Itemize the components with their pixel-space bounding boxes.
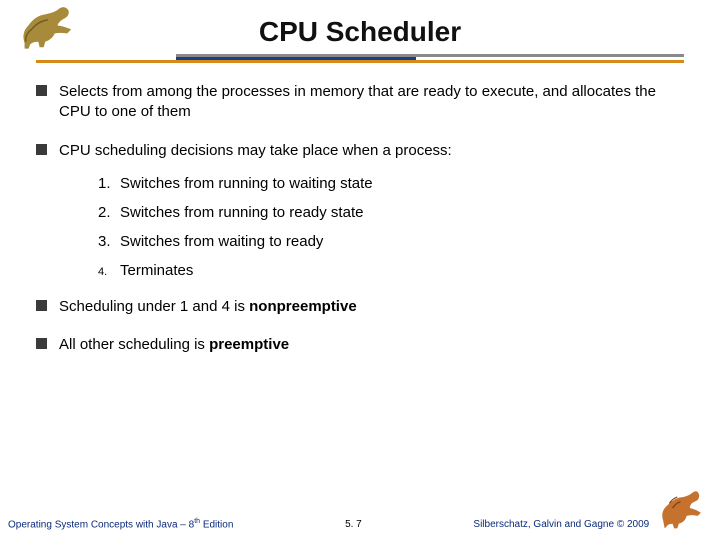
item-text: Switches from running to ready state	[120, 204, 363, 221]
item-number: 3.	[98, 233, 120, 250]
slide: CPU Scheduler Selects from among the pro…	[0, 0, 720, 540]
bullet-text: Selects from among the processes in memo…	[59, 82, 684, 123]
square-bullet-icon	[36, 85, 47, 96]
text-prefix: All other scheduling is	[59, 336, 209, 353]
bullet-text: Scheduling under 1 and 4 is nonpreemptiv…	[59, 297, 357, 317]
slide-footer: Operating System Concepts with Java – 8t…	[0, 486, 720, 530]
text-bold: preemptive	[209, 336, 289, 353]
bullet-text: CPU scheduling decisions may take place …	[59, 141, 452, 161]
footer-right-wrap: Silberschatz, Galvin and Gagne © 2009	[473, 486, 706, 530]
bullet-item: Scheduling under 1 and 4 is nonpreemptiv…	[36, 297, 684, 317]
dinosaur-left-icon	[16, 2, 88, 50]
item-text: Terminates	[120, 262, 193, 279]
numbered-list: 1. Switches from running to waiting stat…	[36, 175, 684, 279]
item-number: 4.	[98, 266, 120, 278]
slide-content: Selects from among the processes in memo…	[36, 64, 684, 355]
item-number: 1.	[98, 175, 120, 192]
text-bold: nonpreemptive	[249, 298, 357, 315]
footer-book-title: Operating System Concepts with Java – 8	[8, 519, 194, 530]
square-bullet-icon	[36, 144, 47, 155]
square-bullet-icon	[36, 338, 47, 349]
bullet-item: All other scheduling is preemptive	[36, 335, 684, 355]
dinosaur-right-icon	[658, 486, 706, 530]
item-text: Switches from running to waiting state	[120, 175, 373, 192]
item-number: 2.	[98, 204, 120, 221]
footer-authors: Silberschatz, Galvin and Gagne © 2009	[473, 519, 649, 530]
slide-title: CPU Scheduler	[36, 10, 684, 54]
numbered-item: 2. Switches from running to ready state	[98, 204, 684, 221]
title-rule	[36, 54, 684, 64]
item-text: Switches from waiting to ready	[120, 233, 323, 250]
footer-edition: Edition	[200, 519, 233, 530]
bullet-item: CPU scheduling decisions may take place …	[36, 141, 684, 161]
rule-orange	[36, 60, 684, 63]
square-bullet-icon	[36, 300, 47, 311]
bullet-text: All other scheduling is preemptive	[59, 335, 289, 355]
footer-left: Operating System Concepts with Java – 8t…	[8, 518, 233, 530]
bullet-item: Selects from among the processes in memo…	[36, 82, 684, 123]
slide-header: CPU Scheduler	[36, 0, 684, 64]
page-number: 5. 7	[345, 519, 362, 530]
numbered-item: 3. Switches from waiting to ready	[98, 233, 684, 250]
numbered-item: 1. Switches from running to waiting stat…	[98, 175, 684, 192]
numbered-item: 4. Terminates	[98, 262, 684, 279]
text-prefix: Scheduling under 1 and 4 is	[59, 298, 249, 315]
